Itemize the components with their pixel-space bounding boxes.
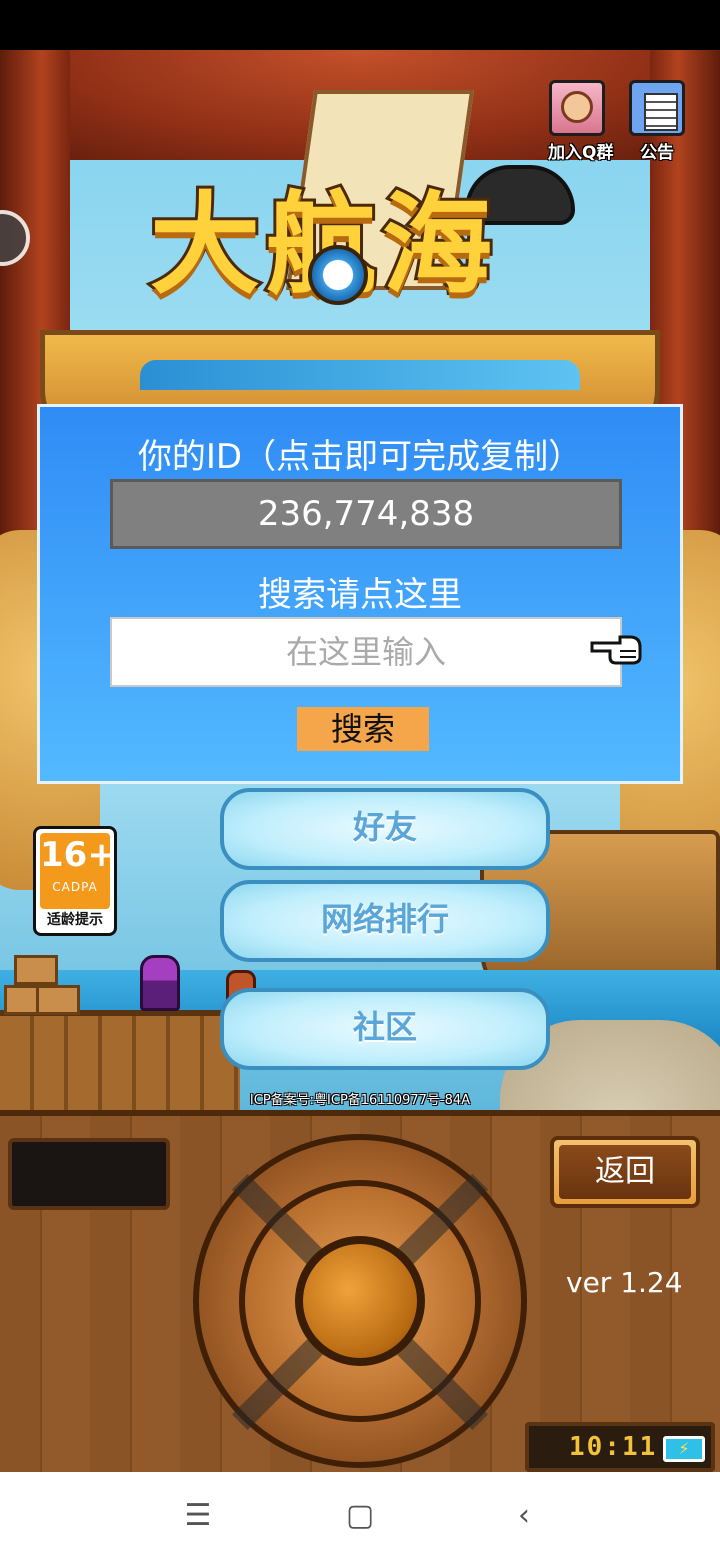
console-screen (8, 1138, 170, 1210)
compass-icon (308, 245, 368, 305)
battery-icon: ⚡ (663, 1436, 705, 1462)
age-rating-number: 16+ (40, 835, 116, 875)
logo-subtitle-strip (140, 360, 580, 390)
clock-display: 10:11 ⚡ (525, 1422, 715, 1472)
friends-button[interactable]: 好友 (220, 788, 550, 870)
crate (36, 985, 80, 1015)
back-button-label: 返回 (559, 1145, 691, 1199)
age-rating-tip: 适龄提示 (47, 912, 103, 928)
join-qq-group-button[interactable]: 加入Q群 (548, 80, 614, 163)
friend-search-dialog: 你的ID（点击即可完成复制） 236,774,838 搜索请点这里 在这里输入 … (37, 404, 683, 784)
age-rating-org: CADPA (52, 880, 98, 894)
clock-time: 10:11 (569, 1432, 658, 1462)
back-nav-icon[interactable]: ‹ (494, 1496, 554, 1536)
dialog-title: 你的ID（点击即可完成复制） (137, 437, 583, 477)
game-logo: 大航海 (130, 165, 590, 390)
ninja-character (140, 955, 180, 1011)
search-input[interactable]: 在这里输入 (110, 617, 622, 687)
notice-label: 公告 (640, 143, 674, 163)
community-button-label: 社区 (352, 1008, 417, 1046)
notice-button[interactable]: 公告 (628, 80, 686, 163)
recent-apps-icon[interactable]: ☰ (168, 1496, 228, 1536)
crate (14, 955, 58, 985)
version-label: ver 1.24 (566, 1266, 683, 1299)
pointing-hand-icon (590, 635, 642, 665)
age-rating-badge: 16+ CADPA 适龄提示 (33, 826, 117, 936)
control-console: 返回 ver 1.24 10:11 ⚡ (0, 1110, 720, 1472)
system-nav-bar: ☰ ▢ ‹ (0, 1472, 720, 1560)
ranking-button-label: 网络排行 (320, 900, 449, 938)
user-id-copy-box[interactable]: 236,774,838 (110, 479, 622, 549)
home-icon[interactable]: ▢ (330, 1496, 390, 1536)
age-rating-inner: 16+ CADPA (40, 833, 116, 909)
community-button[interactable]: 社区 (220, 988, 550, 1070)
join-qq-group-label: 加入Q群 (548, 143, 614, 163)
search-button[interactable]: 搜索 (297, 707, 429, 751)
icp-license: ICP备案号:粤ICP备16110977号-84A (249, 1093, 471, 1108)
document-icon (629, 80, 685, 136)
girl-avatar-icon (549, 80, 605, 136)
ranking-button[interactable]: 网络排行 (220, 880, 550, 962)
dial-center-button[interactable] (295, 1236, 425, 1366)
friends-button-label: 好友 (352, 808, 417, 846)
ship-wheel-dial[interactable] (193, 1134, 527, 1468)
back-button[interactable]: 返回 (550, 1136, 700, 1208)
status-bar (0, 0, 720, 50)
search-hint: 搜索请点这里 (258, 575, 462, 615)
